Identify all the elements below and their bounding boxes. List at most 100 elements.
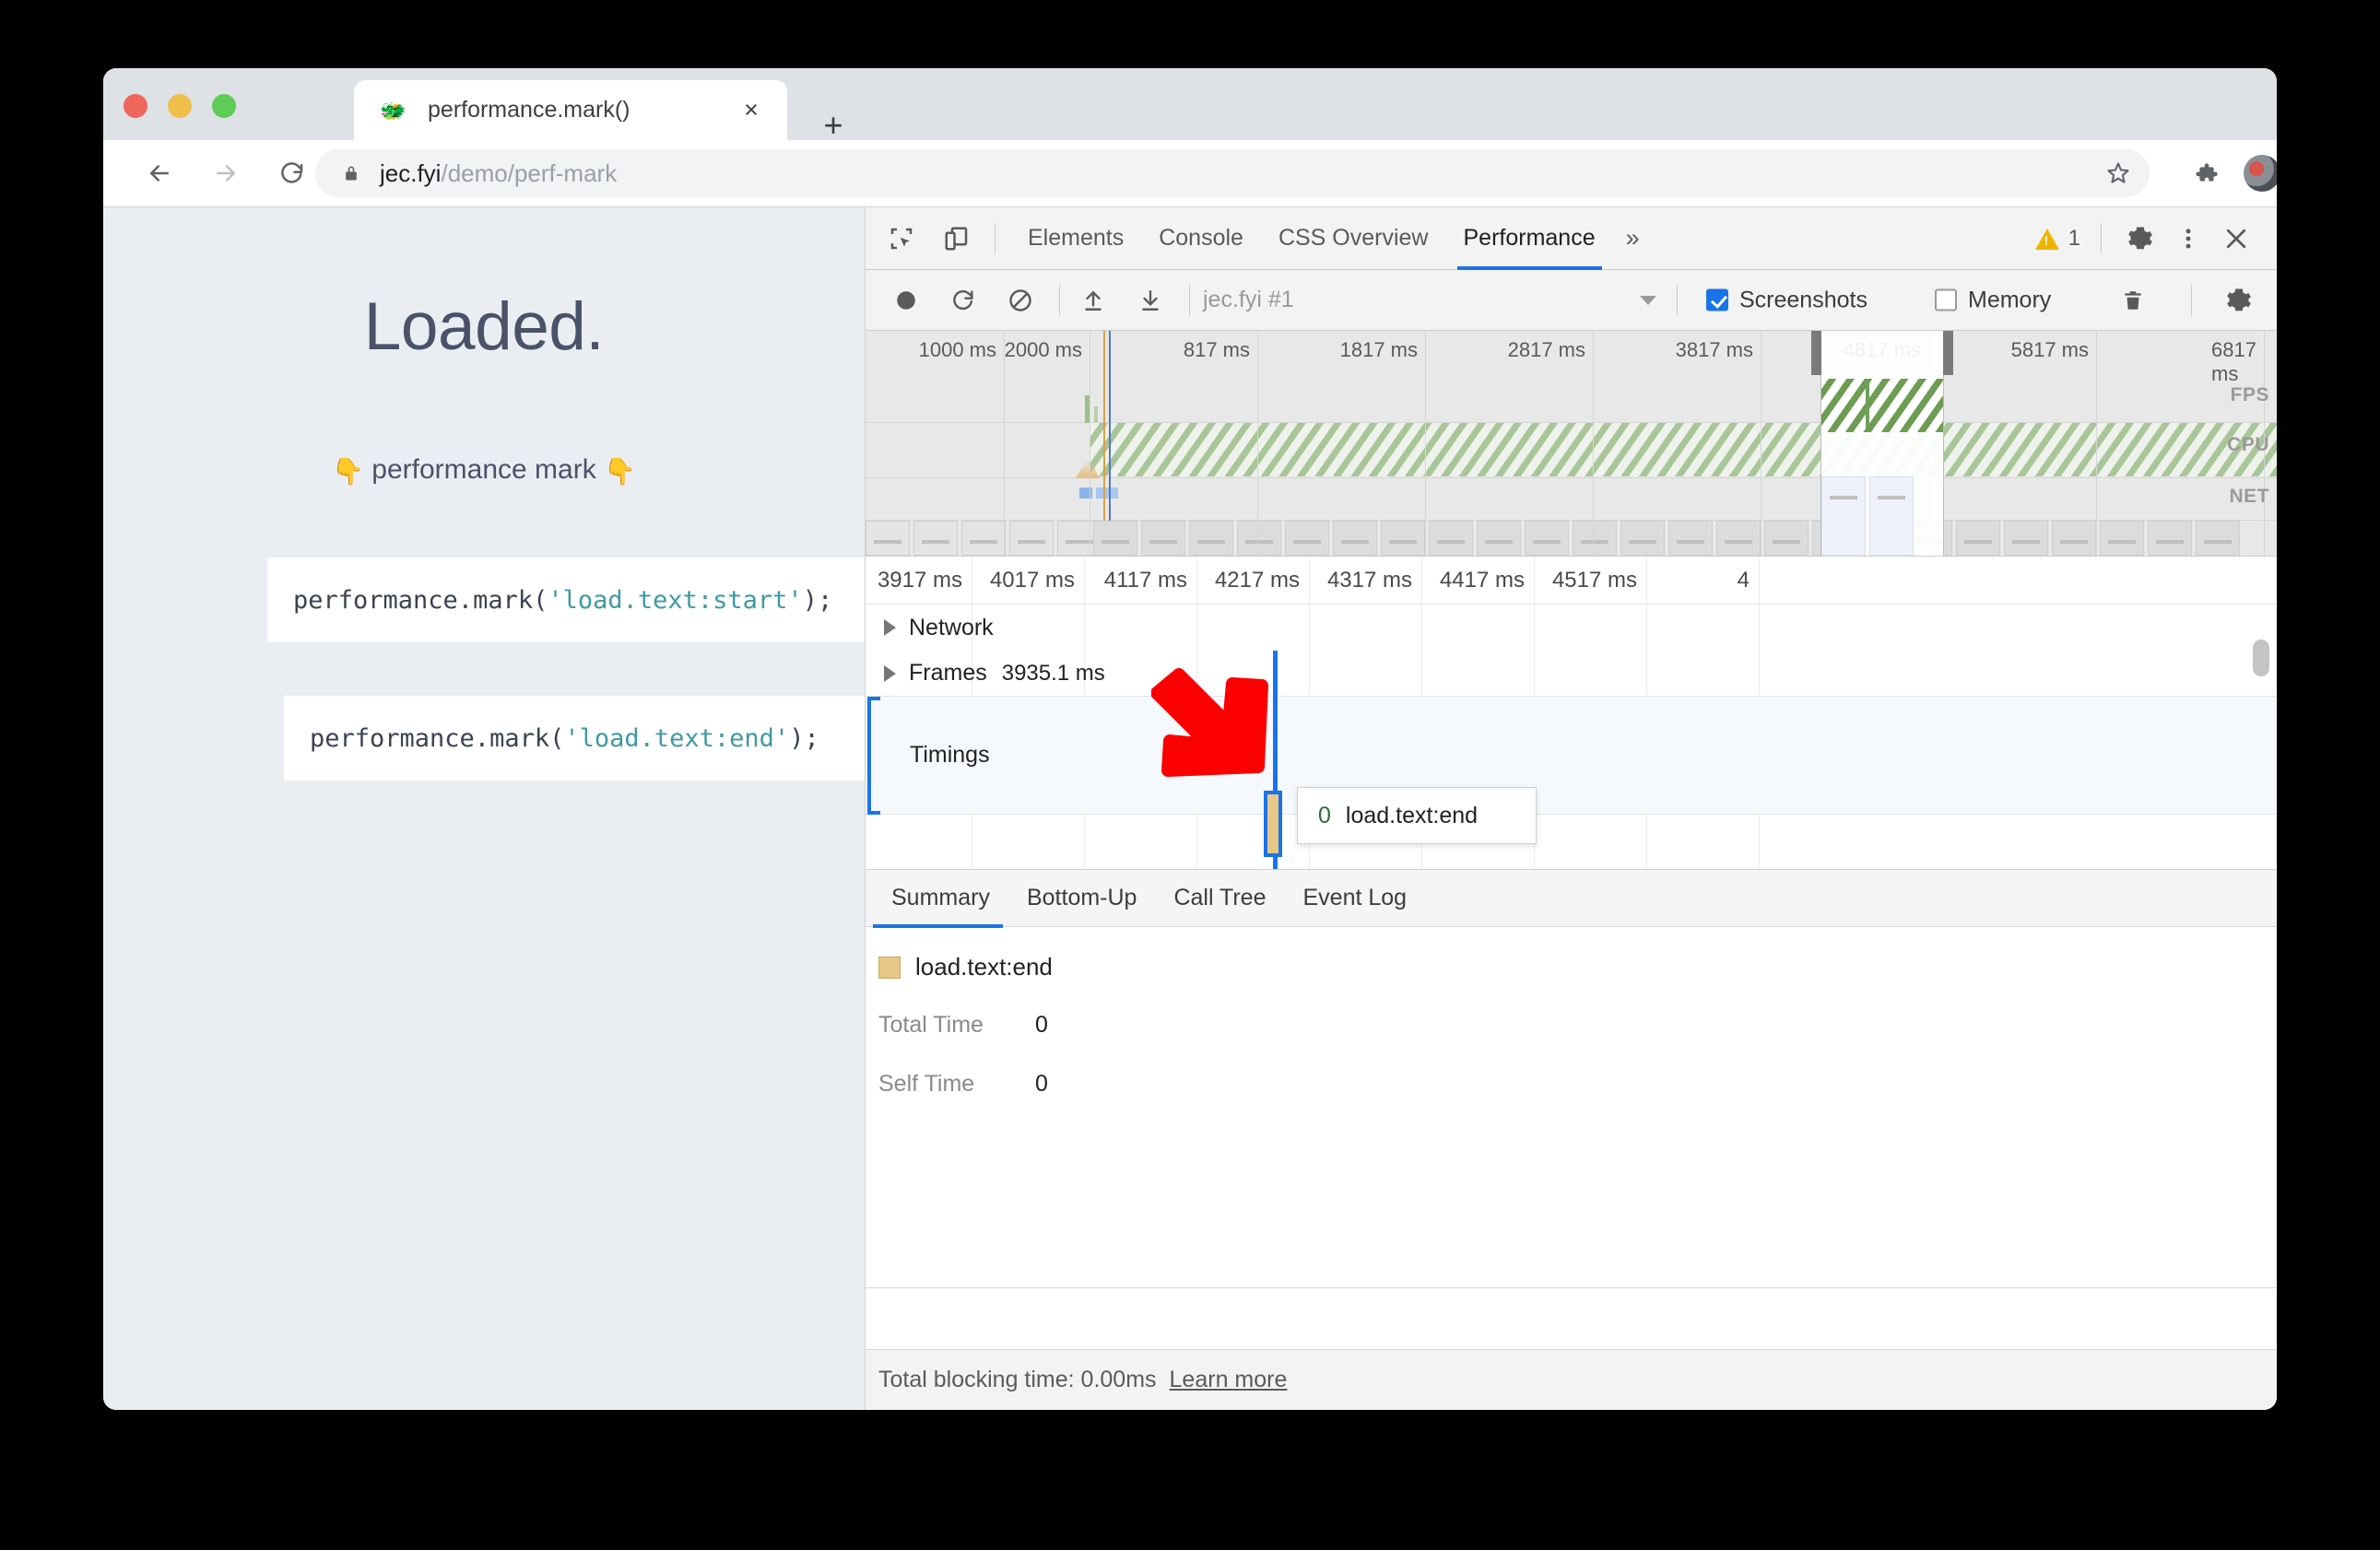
tab-performance[interactable]: Performance (1446, 207, 1613, 270)
filmstrip-thumbnail[interactable] (1764, 521, 1809, 556)
upload-arrow-icon[interactable] (1073, 280, 1113, 321)
trash-icon[interactable] (2115, 282, 2151, 319)
filmstrip-thumbnail[interactable] (2148, 521, 2192, 556)
bookmark-star-icon[interactable] (2100, 155, 2137, 192)
flame-timing-marker-block[interactable] (1264, 791, 1282, 857)
warning-triangle-icon (2034, 228, 2059, 250)
screenshots-checkbox[interactable]: Screenshots (1706, 287, 1867, 313)
tab-bottom-up[interactable]: Bottom-Up (1008, 870, 1155, 927)
reload-icon[interactable] (271, 152, 313, 194)
flame-row-label: Timings (910, 742, 990, 768)
window-close-button[interactable] (124, 94, 147, 118)
performance-controls-toolbar: jec.fyi #1 Screenshots Memory (866, 270, 2277, 331)
warning-badge[interactable]: 1 (2034, 226, 2080, 252)
new-tab-button[interactable]: + (815, 106, 852, 144)
filmstrip-thumbnail[interactable] (1716, 521, 1761, 556)
filmstrip-thumbnail[interactable] (2100, 521, 2144, 556)
filmstrip-thumbnail[interactable] (1141, 521, 1185, 556)
tab-call-tree[interactable]: Call Tree (1155, 870, 1284, 927)
screenshots-label: Screenshots (1739, 287, 1867, 312)
tab-summary[interactable]: Summary (873, 870, 1008, 928)
drawer-divider (866, 1287, 2277, 1288)
code-snippet-start: performance.mark('load.text:start'); (267, 558, 865, 642)
overview-fps-spike (1094, 406, 1098, 423)
clear-no-entry-icon[interactable] (1000, 280, 1041, 321)
filmstrip-thumbnail[interactable] (1620, 521, 1665, 556)
performance-overview[interactable]: 1000 ms 2000 ms 817 ms 1817 ms 2817 ms 3817 m… (866, 331, 2277, 557)
browser-tab[interactable]: 🐲 performance.mark() × (354, 80, 787, 140)
performance-flame-chart[interactable]: 3917 ms 4017 ms 4117 ms 4217 ms 4317 ms 4417 … (866, 557, 2277, 870)
toolbar-divider (1677, 285, 1678, 316)
memory-checkbox[interactable]: Memory (1935, 287, 2051, 313)
filmstrip-thumbnail[interactable] (1525, 521, 1569, 556)
toolbar-divider (995, 222, 996, 254)
flame-tick-label: 4217 ms (1214, 568, 1300, 593)
filmstrip-thumbnail[interactable] (1668, 521, 1713, 556)
filmstrip-thumbnail[interactable] (1237, 521, 1281, 556)
tab-event-log[interactable]: Event Log (1285, 870, 1426, 927)
code-string: 'load.text:start' (548, 585, 803, 615)
flame-tick-label: 4317 ms (1326, 568, 1412, 593)
flame-tick-label: 3917 ms (877, 568, 962, 593)
filmstrip-thumbnail[interactable] (1429, 521, 1473, 556)
forward-arrow-icon[interactable] (205, 152, 247, 194)
filmstrip-thumbnail[interactable] (1333, 521, 1377, 556)
window-maximize-button[interactable] (212, 94, 236, 118)
flame-event-tooltip: 0 load.text:end (1297, 787, 1537, 844)
selection-handle-left[interactable] (1811, 331, 1821, 375)
filmstrip-thumbnail[interactable] (1956, 521, 2000, 556)
flame-scrollbar-thumb[interactable] (2253, 640, 2269, 676)
flame-row-timings[interactable]: Timings (866, 697, 2277, 815)
tab-close-icon[interactable]: × (736, 95, 767, 126)
more-tabs-icon[interactable]: » (1613, 207, 1653, 270)
code-prefix: performance.mark( (310, 723, 565, 753)
page-subtitle: 👇 performance mark 👇 (103, 454, 865, 487)
filmstrip-thumbnail[interactable] (1869, 476, 1914, 556)
filmstrip-thumbnail[interactable] (1093, 521, 1137, 556)
filmstrip-thumbnail[interactable] (2004, 521, 2048, 556)
toolbar-divider (1059, 284, 1060, 316)
tab-css-overview[interactable]: CSS Overview (1261, 207, 1446, 270)
download-arrow-icon[interactable] (1130, 280, 1171, 321)
overview-selection-window[interactable] (1811, 331, 1953, 556)
tooltip-label: load.text:end (1345, 802, 1479, 828)
record-circle-icon[interactable] (886, 280, 926, 321)
tab-console[interactable]: Console (1141, 207, 1261, 270)
filmstrip-thumbnail[interactable] (1381, 521, 1425, 556)
page-title: Loaded. (363, 289, 605, 364)
device-toolbar-icon[interactable] (937, 219, 976, 258)
overview-tick-label: 5817 ms (2010, 338, 2089, 361)
chevron-down-icon[interactable] (1640, 295, 1656, 305)
extensions-puzzle-icon[interactable] (2188, 157, 2221, 190)
profile-avatar[interactable] (2244, 155, 2277, 192)
window-minimize-button[interactable] (168, 94, 192, 118)
address-bar[interactable]: jec.fyi/demo/perf-mark (315, 149, 2150, 197)
overview-label-net: NET (2229, 486, 2269, 507)
expand-arrow-icon[interactable] (884, 619, 896, 636)
reload-and-record-icon[interactable] (943, 280, 984, 321)
gear-icon[interactable] (2120, 218, 2161, 259)
expand-arrow-icon[interactable] (884, 664, 896, 682)
filmstrip-thumbnail[interactable] (1189, 521, 1233, 556)
filmstrip-thumbnail[interactable] (1477, 521, 1521, 556)
filmstrip-thumbnail[interactable] (2196, 521, 2240, 556)
kebab-menu-icon[interactable] (2168, 218, 2209, 259)
flame-row-network[interactable]: Network (866, 605, 2277, 651)
filmstrip-thumbnail[interactable] (1285, 521, 1329, 556)
filmstrip-thumbnail[interactable] (1821, 476, 1866, 556)
web-page-content: Loaded. 👇 performance mark 👇 performance… (103, 207, 865, 1410)
tab-elements[interactable]: Elements (1010, 207, 1141, 270)
flame-tick-label: 4417 ms (1439, 568, 1525, 593)
back-arrow-icon[interactable] (138, 152, 181, 194)
profile-selector-label[interactable]: jec.fyi #1 (1203, 287, 1294, 313)
filmstrip-thumbnail[interactable] (1573, 521, 1617, 556)
flame-row-frames[interactable]: Frames 3935.1 ms (866, 651, 2277, 697)
learn-more-link[interactable]: Learn more (1170, 1367, 1288, 1393)
gear-icon[interactable] (2220, 281, 2258, 320)
selection-handle-right[interactable] (1943, 331, 1953, 375)
inspect-element-icon[interactable] (882, 219, 921, 258)
devtools-statusbar: Total blocking time: 0.00ms Learn more (866, 1349, 2277, 1410)
overview-ruler: 1000 ms 2000 ms 817 ms 1817 ms 2817 ms 3817 m… (866, 331, 2277, 385)
filmstrip-thumbnail[interactable] (2052, 521, 2096, 556)
close-icon[interactable] (2216, 218, 2256, 259)
